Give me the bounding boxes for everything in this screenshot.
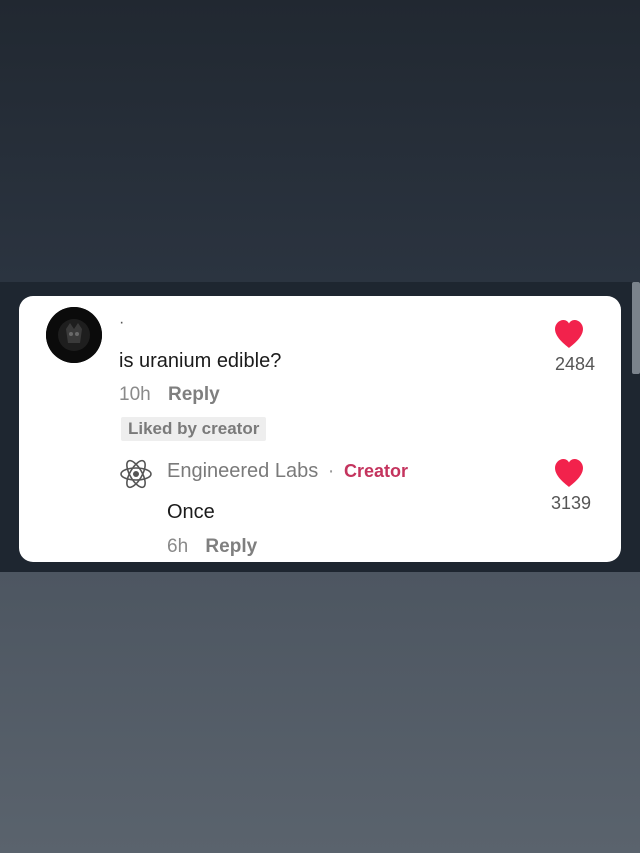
background-bottom: [0, 572, 640, 853]
avatar[interactable]: [46, 307, 102, 363]
liked-by-creator-badge: Liked by creator: [121, 417, 267, 441]
reply-author-line: Engineered Labs · Creator: [167, 460, 408, 483]
comment-username[interactable]: ·: [119, 314, 124, 332]
reply-text: Once: [167, 501, 215, 523]
heart-icon[interactable]: [553, 319, 585, 349]
comment-text: is uranium edible?: [119, 350, 282, 372]
comment-meta: 10h Reply: [119, 384, 220, 406]
background-top: [0, 0, 640, 282]
avatar-image: [46, 307, 102, 363]
creator-badge: Creator: [344, 461, 409, 481]
reply-button[interactable]: Reply: [168, 384, 220, 405]
comment-time: 10h: [119, 384, 151, 405]
heart-icon[interactable]: [553, 458, 585, 488]
reply-like-count: 3139: [550, 493, 591, 513]
comment-like-count: 2484: [554, 354, 595, 374]
separator-dot: ·: [327, 460, 335, 482]
reply-meta: 6h Reply: [167, 536, 257, 558]
reply-time: 6h: [167, 536, 189, 557]
comment-card: · is uranium edible? 10h Reply Liked by …: [19, 296, 621, 562]
reply-author[interactable]: Engineered Labs: [167, 460, 318, 482]
reply-reply-button[interactable]: Reply: [205, 536, 257, 557]
scrollbar[interactable]: [632, 282, 640, 374]
atom-icon[interactable]: [118, 456, 154, 492]
